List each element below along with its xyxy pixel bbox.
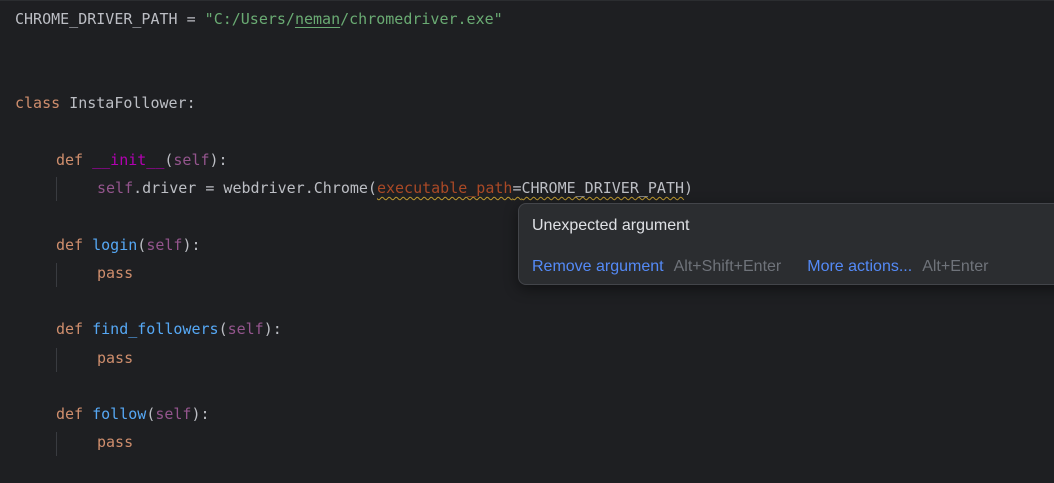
indent-guide	[56, 348, 57, 372]
code-line-constant[interactable]: CHROME_DRIVER_PATH = "C:/Users/neman/chr…	[15, 8, 503, 30]
self-param: self	[155, 405, 192, 423]
more-actions-shortcut: Alt+Enter	[922, 258, 989, 275]
code-line-def-login[interactable]: def login(self):	[56, 234, 201, 256]
indent-guide	[56, 177, 57, 201]
paren-close: ):	[191, 405, 210, 423]
string-path-end: /chromedriver.exe	[340, 10, 494, 28]
paren-open: (	[218, 320, 228, 338]
paren-close: ):	[263, 320, 282, 338]
code-line-pass[interactable]: pass	[97, 347, 133, 369]
constant-name: CHROME_DRIVER_PATH	[15, 10, 178, 28]
class-name: InstaFollower	[69, 94, 187, 112]
def-keyword: def	[56, 320, 93, 338]
more-actions-link[interactable]: More actions...	[807, 258, 912, 275]
paren-close: )	[684, 179, 694, 197]
pass-keyword: pass	[97, 433, 134, 451]
remove-argument-shortcut: Alt+Shift+Enter	[673, 258, 782, 275]
def-keyword: def	[56, 236, 93, 254]
def-keyword: def	[56, 405, 93, 423]
pass-keyword: pass	[97, 264, 134, 282]
paren-open: (	[137, 236, 147, 254]
code-line-def-follow[interactable]: def follow(self):	[56, 403, 210, 425]
indent-guide	[56, 263, 57, 287]
class-keyword: class	[15, 94, 70, 112]
self-param: self	[173, 151, 210, 169]
tooltip-title: Unexpected argument	[532, 217, 690, 234]
code-line-class[interactable]: class InstaFollower:	[15, 92, 196, 114]
self-param: self	[227, 320, 264, 338]
self-param: self	[146, 236, 183, 254]
remove-argument-link[interactable]: Remove argument	[532, 258, 664, 275]
indent-guide	[56, 432, 57, 456]
unexpected-argument[interactable]: executable_path	[377, 179, 512, 197]
paren-open: (	[146, 405, 156, 423]
function-name: follow	[92, 405, 147, 423]
pass-keyword: pass	[97, 349, 134, 367]
driver-assignment: .driver = webdriver.Chrome(	[133, 179, 377, 197]
code-line-def-init[interactable]: def __init__(self):	[56, 149, 228, 171]
function-name: __init__	[92, 151, 165, 169]
string-quote: "	[493, 10, 503, 28]
assign-op: =	[177, 10, 205, 28]
string-quote: "	[204, 10, 214, 28]
tooltip-actions: Remove argument Alt+Shift+Enter More actio…	[532, 258, 988, 276]
arg-value: CHROME_DRIVER_PATH	[521, 179, 685, 197]
self-ref: self	[97, 179, 134, 197]
code-line-pass[interactable]: pass	[97, 262, 133, 284]
paren-close: ):	[182, 236, 201, 254]
string-path-start: C:/Users/	[213, 10, 295, 28]
function-name: login	[92, 236, 138, 254]
def-keyword: def	[56, 151, 93, 169]
function-name: find_followers	[92, 320, 219, 338]
code-line-pass[interactable]: pass	[97, 431, 133, 453]
string-path-user: neman	[294, 10, 341, 28]
colon: :	[186, 94, 196, 112]
code-editor[interactable]: CHROME_DRIVER_PATH = "C:/Users/neman/chr…	[0, 0, 1054, 483]
code-line-driver[interactable]: self.driver = webdriver.Chrome(executabl…	[97, 177, 693, 199]
more-options-icon[interactable]: ⋮	[1049, 214, 1054, 232]
code-line-def-find-followers[interactable]: def find_followers(self):	[56, 318, 282, 340]
paren-close: ):	[209, 151, 228, 169]
inspection-tooltip: Unexpected argument ⋮ Remove argument Alt…	[518, 203, 1054, 285]
